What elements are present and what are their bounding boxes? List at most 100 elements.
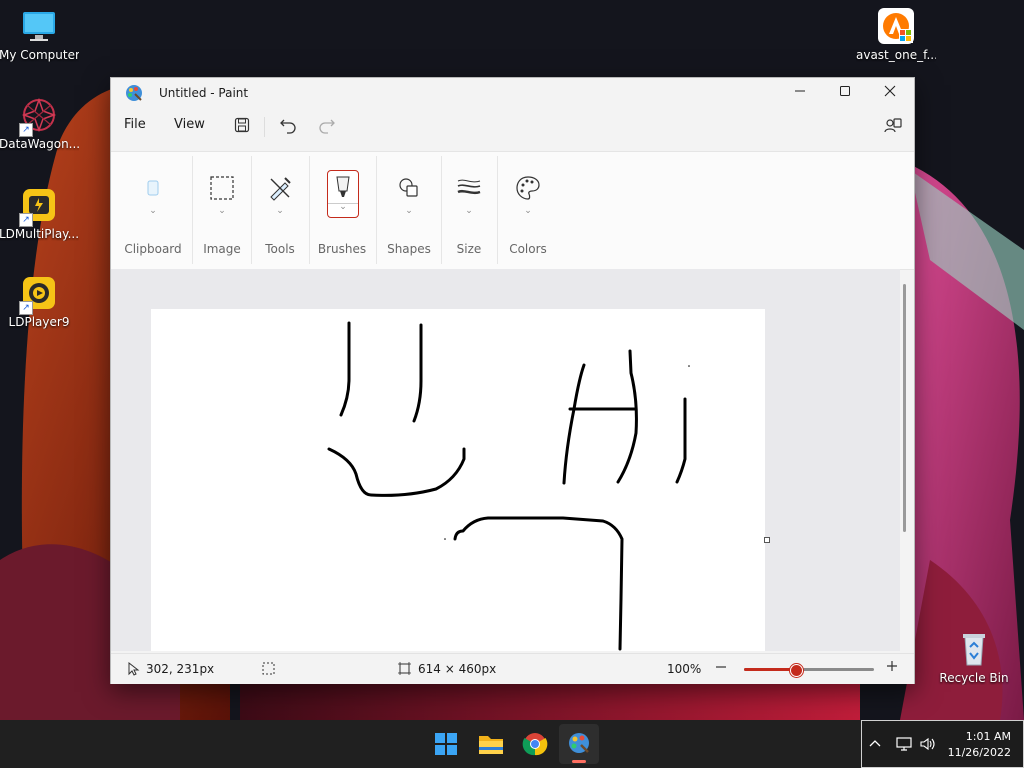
file-explorer-icon — [479, 736, 503, 754]
zoom-slider-thumb[interactable] — [790, 664, 803, 677]
menu-divider — [264, 117, 265, 137]
close-icon — [884, 85, 896, 97]
canvas-area[interactable] — [111, 269, 900, 651]
start-button[interactable] — [426, 724, 466, 764]
redo-icon — [319, 119, 335, 134]
window-title: Untitled - Paint — [159, 86, 249, 100]
ribbon-separator — [251, 156, 252, 264]
select-icon — [209, 175, 235, 204]
ribbon-group-brushes[interactable]: ⌄ Brushes — [313, 152, 371, 269]
chevron-down-icon: ⌄ — [524, 206, 532, 216]
recycle-bin-icon — [956, 631, 992, 667]
title-bar[interactable]: Untitled - Paint — [111, 78, 914, 108]
desktop-icon-recycle-bin[interactable]: Recycle Bin — [934, 631, 1014, 685]
ldmultiplayer-icon: ↗ — [19, 187, 57, 227]
ribbon-group-clipboard[interactable]: ⌄ Clipboard — [121, 152, 185, 269]
desktop-icon-label: Recycle Bin — [939, 671, 1009, 685]
zoom-in-button[interactable] — [886, 660, 898, 675]
monitor-icon — [21, 8, 57, 44]
ribbon-group-label: Brushes — [317, 242, 367, 256]
ribbon-group-label: Colors — [509, 242, 547, 256]
ribbon-separator — [309, 156, 310, 264]
file-explorer-button[interactable] — [471, 724, 511, 764]
save-button[interactable] — [234, 117, 250, 136]
vertical-scrollbar[interactable] — [903, 284, 906, 532]
shapes-icon — [396, 175, 422, 204]
chevron-down-icon: ⌄ — [149, 206, 157, 216]
datawagon-icon: ↗ — [19, 97, 57, 137]
shortcut-arrow-icon: ↗ — [19, 301, 33, 315]
canvas-size-icon — [398, 662, 411, 678]
minimize-button[interactable] — [777, 78, 823, 108]
save-icon — [234, 117, 250, 133]
volume-button[interactable] — [919, 736, 937, 755]
minus-icon — [716, 666, 726, 668]
ribbon: ⌄ Clipboard ⌄ Image ⌄ Tools ⌄ Brushes ⌄ … — [111, 151, 914, 270]
ribbon-group-tools[interactable]: ⌄ Tools — [254, 152, 306, 269]
menu-file[interactable]: File — [124, 117, 146, 132]
ribbon-group-size[interactable]: ⌄ Size — [444, 152, 494, 269]
zoom-slider-fill — [744, 668, 796, 671]
drawing-canvas[interactable] — [151, 309, 765, 651]
ribbon-separator — [376, 156, 377, 264]
chevron-down-icon: ⌄ — [218, 206, 226, 216]
maximize-icon — [840, 86, 850, 96]
paint-taskbar-button[interactable] — [559, 724, 599, 764]
clipboard-icon — [142, 175, 164, 204]
shortcut-arrow-icon: ↗ — [19, 123, 33, 137]
ldplayer-icon: ↗ — [19, 275, 57, 315]
desktop-icon-datawagon[interactable]: ↗ DataWagon... — [0, 97, 79, 151]
selection-size-icon — [262, 662, 275, 678]
chevron-up-icon — [869, 740, 881, 747]
active-app-indicator — [572, 760, 586, 763]
zoom-level: 100% — [667, 662, 702, 676]
account-button[interactable] — [884, 116, 902, 137]
ribbon-separator — [497, 156, 498, 264]
ribbon-group-label: Clipboard — [124, 242, 182, 256]
ribbon-group-image[interactable]: ⌄ Image — [196, 152, 248, 269]
brushes-button[interactable]: ⌄ — [327, 170, 359, 218]
show-hidden-icons-button[interactable] — [868, 737, 882, 754]
ribbon-group-shapes[interactable]: ⌄ Shapes — [380, 152, 438, 269]
ribbon-group-colors[interactable]: ⌄ Colors — [501, 152, 555, 269]
account-icon — [884, 118, 902, 133]
chevron-down-icon: ⌄ — [339, 202, 347, 212]
chrome-button[interactable] — [515, 724, 555, 764]
menu-bar: File View — [111, 108, 914, 144]
canvas-resize-handle[interactable] — [764, 537, 770, 543]
desktop-icon-label: LDPlayer9 — [8, 315, 70, 329]
desktop-icon-avast[interactable]: avast_one_f... — [856, 8, 936, 62]
minimize-icon — [795, 90, 805, 92]
desktop-icon-ldmultiplayer[interactable]: ↗ LDMultiPlay... — [0, 187, 79, 241]
start-icon — [435, 733, 457, 755]
drawing-strokes — [327, 321, 690, 651]
canvas-size: 614 × 460px — [418, 662, 497, 676]
ribbon-group-label: Tools — [265, 242, 295, 256]
zoom-out-button[interactable] — [715, 660, 727, 676]
maximize-button[interactable] — [822, 78, 868, 108]
desktop-icon-ldplayer9[interactable]: ↗ LDPlayer9 — [0, 275, 79, 329]
menu-view[interactable]: View — [174, 117, 205, 132]
desktop-icon-label: DataWagon... — [0, 137, 79, 151]
ribbon-group-label: Shapes — [387, 242, 431, 256]
desktop-icon-my-computer[interactable]: My Computer — [0, 8, 79, 62]
close-button[interactable] — [867, 78, 913, 108]
ribbon-group-label: Size — [456, 242, 482, 256]
desktop-icon-label: My Computer — [0, 48, 79, 62]
palette-icon — [515, 175, 541, 204]
clock-date: 11/26/2022 — [947, 746, 1011, 759]
redo-button[interactable] — [318, 116, 336, 137]
chevron-down-icon: ⌄ — [465, 206, 473, 216]
paint-app-icon — [125, 84, 143, 105]
network-button[interactable] — [895, 736, 913, 755]
clock[interactable]: 1:01 AM 11/26/2022 — [948, 729, 1011, 761]
chevron-down-icon: ⌄ — [276, 206, 284, 216]
undo-button[interactable] — [279, 116, 297, 137]
ribbon-group-label: Image — [203, 242, 241, 256]
size-icon — [456, 175, 482, 204]
system-tray: 1:01 AM 11/26/2022 — [861, 720, 1024, 768]
plus-icon — [887, 661, 897, 671]
tools-icon — [267, 175, 293, 204]
paint-window[interactable]: Untitled - Paint File View ⌄ Clipboard ⌄… — [110, 77, 915, 684]
zoom-slider[interactable] — [744, 664, 874, 677]
